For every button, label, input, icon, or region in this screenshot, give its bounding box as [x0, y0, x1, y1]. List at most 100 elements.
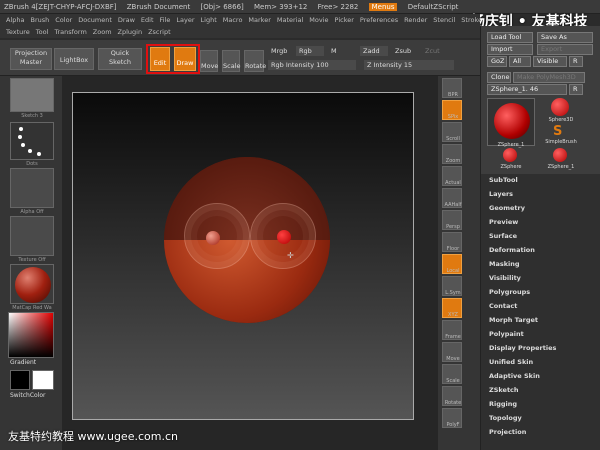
menu-marker[interactable]: Marker [248, 16, 270, 24]
menu-movie[interactable]: Movie [309, 16, 328, 24]
export-button[interactable]: Export [537, 44, 593, 55]
r-button[interactable]: R [569, 56, 583, 67]
submenu-deformation[interactable]: Deformation [489, 246, 535, 254]
edit-button[interactable]: Edit [150, 47, 170, 71]
shelf-frame-label: Frame [445, 334, 461, 340]
lightbox-button[interactable]: LightBox [54, 48, 94, 70]
menu-render[interactable]: Render [404, 16, 427, 24]
switch-color-button[interactable]: SwitchColor [10, 392, 54, 399]
m-button[interactable]: M [328, 46, 340, 56]
secondary-color-swatch[interactable] [10, 370, 30, 390]
submenu-contact[interactable]: Contact [489, 302, 517, 310]
submenu-projection[interactable]: Projection [489, 428, 526, 436]
primary-color-swatch[interactable] [32, 370, 54, 390]
menu-edit[interactable]: Edit [141, 16, 154, 24]
color-picker[interactable] [8, 312, 54, 358]
menu-brush[interactable]: Brush [30, 16, 49, 24]
menu-document[interactable]: Document [78, 16, 112, 24]
shelf-rotate-label: Rotate [444, 400, 462, 406]
submenu-layers[interactable]: Layers [489, 190, 513, 198]
menu-alpha[interactable]: Alpha [6, 16, 24, 24]
all-button[interactable]: All [509, 56, 531, 67]
stroke-thumbnail[interactable] [10, 122, 54, 160]
zsphere1-small-icon[interactable] [553, 148, 567, 162]
document-canvas[interactable]: ✛ [72, 92, 414, 420]
zsphere-small-icon[interactable] [503, 148, 517, 162]
menu-macro[interactable]: Macro [223, 16, 243, 24]
rgb-button[interactable]: Rgb [296, 46, 324, 56]
zsphere-model[interactable] [164, 157, 330, 323]
menu-draw[interactable]: Draw [118, 16, 135, 24]
scale-button[interactable]: Scale [222, 50, 241, 72]
submenu-unified-skin[interactable]: Unified Skin [489, 358, 533, 366]
canvas-area: ✛ [62, 76, 438, 450]
menu-preferences[interactable]: Preferences [360, 16, 398, 24]
menu-texture[interactable]: Texture [6, 28, 30, 36]
menu-stroke[interactable]: Stroke [461, 16, 480, 24]
menu-layer[interactable]: Layer [176, 16, 194, 24]
shelf-xyz-label: XYZ [448, 312, 458, 318]
import-button[interactable]: Import [487, 44, 533, 55]
save-as-button[interactable]: Save As [537, 32, 593, 43]
right-sphere-core [277, 230, 291, 244]
menu-material[interactable]: Material [277, 16, 303, 24]
visible-button[interactable]: Visible [533, 56, 567, 67]
submenu-topology[interactable]: Topology [489, 414, 522, 422]
rotate-button[interactable]: Rotate [244, 50, 266, 72]
default-zscript[interactable]: DefaultZScript [408, 3, 459, 11]
submenu-polypaint[interactable]: Polypaint [489, 330, 524, 338]
submenu-rigging[interactable]: Rigging [489, 400, 517, 408]
submenu-morph-target[interactable]: Morph Target [489, 316, 538, 324]
menu-file[interactable]: File [160, 16, 171, 24]
menu-zplugin[interactable]: Zplugin [118, 28, 143, 36]
submenu-visibility[interactable]: Visibility [489, 274, 521, 282]
zadd-button[interactable]: Zadd [360, 46, 388, 56]
current-tool-name[interactable]: ZSphere_1. 46 [487, 84, 567, 95]
simple-brush-icon[interactable]: S [553, 124, 562, 139]
submenu-display-properties[interactable]: Display Properties [489, 344, 556, 352]
submenu-geometry[interactable]: Geometry [489, 204, 525, 212]
tool-thumb-main[interactable] [487, 98, 535, 146]
left-sphere-core [206, 231, 220, 245]
rgb-intensity-slider[interactable]: Rgb Intensity 100 [268, 60, 356, 70]
load-tool-button[interactable]: Load Tool [487, 32, 533, 43]
menus-button[interactable]: Menus [368, 3, 398, 11]
lightbox-label: LightBox [59, 56, 89, 64]
menu-light[interactable]: Light [201, 16, 217, 24]
r-button-2[interactable]: R [569, 84, 583, 95]
texture-label: Texture Off [18, 257, 46, 263]
menu-tool[interactable]: Tool [36, 28, 49, 36]
z-intensity-slider[interactable]: Z Intensity 15 [364, 60, 454, 70]
move-button[interactable]: Move [200, 50, 218, 72]
zsub-button[interactable]: Zsub [392, 46, 418, 56]
menu-color[interactable]: Color [55, 16, 72, 24]
make-polymesh-button[interactable]: Make PolyMesh3D [513, 72, 585, 83]
texture-thumbnail[interactable] [10, 216, 54, 256]
menu-zoom[interactable]: Zoom [93, 28, 112, 36]
submenu-zsketch[interactable]: ZSketch [489, 386, 519, 394]
material-thumbnail[interactable] [10, 264, 54, 304]
clone-button[interactable]: Clone [487, 72, 511, 83]
submenu-polygroups[interactable]: Polygroups [489, 288, 530, 296]
menu-picker[interactable]: Picker [335, 16, 354, 24]
menu-zscript[interactable]: Zscript [148, 28, 171, 36]
submenu-masking[interactable]: Masking [489, 260, 520, 268]
projection-master-button[interactable]: Projection Master [10, 48, 52, 70]
brush-thumbnail[interactable] [10, 78, 54, 112]
sphere3d-icon[interactable] [551, 98, 569, 116]
alpha-thumbnail[interactable] [10, 168, 54, 208]
submenu-adaptive-skin[interactable]: Adaptive Skin [489, 372, 540, 380]
submenu-subtool[interactable]: SubTool [489, 176, 518, 184]
quick-sketch-button[interactable]: Quick Sketch [98, 48, 142, 70]
obj-count: [Obj> 6866] [200, 3, 244, 11]
menu-stencil[interactable]: Stencil [433, 16, 455, 24]
draw-button[interactable]: Draw [174, 47, 196, 71]
submenu-surface[interactable]: Surface [489, 232, 517, 240]
mrgb-button[interactable]: Mrgb [268, 46, 294, 56]
zcut-button[interactable]: Zcut [422, 46, 448, 56]
menu-transform[interactable]: Transform [54, 28, 86, 36]
dots-stroke-icon [18, 127, 41, 156]
goz-button[interactable]: GoZ [487, 56, 507, 67]
submenu-preview[interactable]: Preview [489, 218, 518, 226]
shelf-actual-label: Actual [445, 180, 461, 186]
